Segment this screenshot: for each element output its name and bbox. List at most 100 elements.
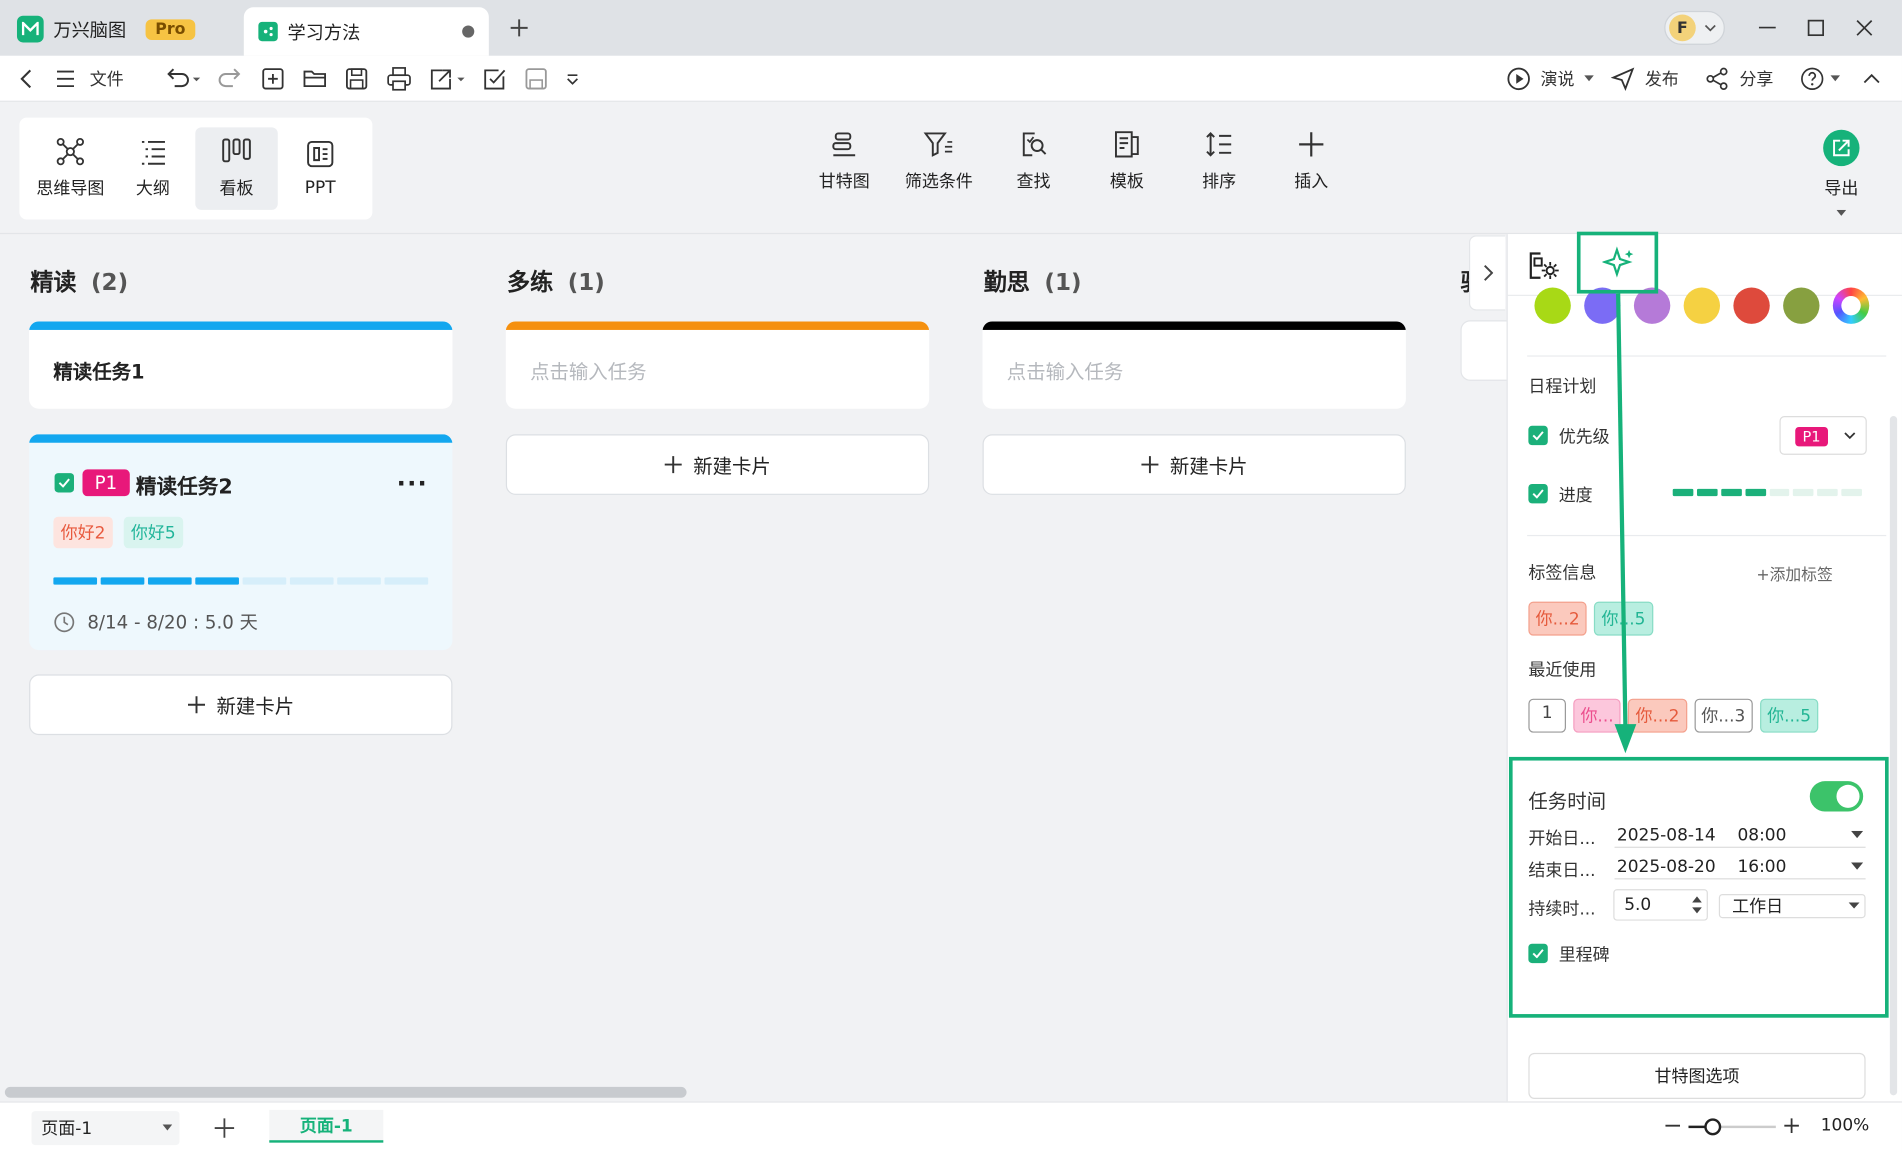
tab-document[interactable]: 学习方法 [243,7,489,56]
gantt-options-button[interactable]: 甘特图选项 [1528,1052,1866,1099]
redo-button[interactable] [218,66,242,93]
card-date: 8/14 - 8/20 : 5.0 天 [53,609,258,634]
color-swatch[interactable] [1534,287,1571,324]
share-button[interactable]: 分享 [1705,66,1773,93]
add-page-button[interactable] [213,1117,235,1139]
view-outline[interactable]: 大纲 [112,127,194,209]
color-swatch[interactable] [1783,287,1820,324]
gantt-button[interactable]: 甘特图 [801,130,888,205]
new-card-button[interactable]: 新建卡片 [505,434,930,495]
gantt-label: 甘特图 [818,172,870,192]
minimize-button[interactable] [1752,12,1784,44]
column-title[interactable]: 精读 (2) [30,264,128,297]
maximize-button[interactable] [1800,12,1832,44]
save-button[interactable] [344,66,368,93]
sort-label: 排序 [1202,172,1237,192]
priority-select[interactable]: P1 [1779,416,1867,455]
unsaved-dot-icon[interactable] [462,25,475,38]
color-swatch[interactable] [1733,287,1770,324]
panel-tab-format[interactable] [1526,249,1560,283]
progress-label: 进度 [1558,486,1593,506]
card-partial[interactable] [1460,320,1509,381]
task-check-button[interactable] [482,66,509,93]
task-card-empty[interactable]: 点击输入任务 [505,321,930,409]
view-kanban[interactable]: 看板 [195,127,278,210]
view-mindmap[interactable]: 思维导图 [29,127,111,209]
color-swatch[interactable] [1683,287,1721,324]
account-menu[interactable]: F [1664,10,1725,45]
new-card-button[interactable]: 新建卡片 [982,434,1406,495]
filter-icon [923,132,953,157]
filter-label: 筛选条件 [904,172,973,192]
add-tag-button[interactable]: +添加标签 [1756,562,1832,584]
export-button[interactable]: 导出 [1812,129,1870,222]
find-button[interactable]: 查找 [990,130,1077,205]
horizontal-scrollbar[interactable] [4,1086,687,1098]
template-button[interactable]: 模板 [1083,130,1170,205]
close-button[interactable] [1849,12,1881,44]
plus-icon [1784,1118,1799,1133]
more-tools-button[interactable] [565,66,580,93]
tab-app-home[interactable]: 万兴脑图 Pro [16,7,230,51]
template-icon [1114,131,1139,158]
present-button[interactable]: 演说 [1507,66,1594,93]
caret-down-icon [1830,75,1841,82]
page-tab-active[interactable]: 页面-1 [269,1109,384,1143]
priority-badge[interactable]: P1 [82,469,130,497]
collapse-toolbar-button[interactable] [1863,66,1880,93]
title-bar: 万兴脑图 Pro 学习方法 F [0,0,1902,56]
open-file-button[interactable] [302,66,329,93]
zoom-slider-handle[interactable] [1704,1118,1722,1136]
color-swatch[interactable] [1832,287,1870,324]
card-placeholder[interactable]: 点击输入任务 [530,355,646,384]
progress-segment [53,577,98,585]
back-button[interactable] [19,66,34,93]
progress-bar[interactable] [1672,488,1862,497]
publish-button[interactable]: 发布 [1610,66,1679,93]
tag[interactable]: 你...2 [1528,601,1587,636]
priority-checkbox[interactable] [1528,425,1548,446]
plus-icon [665,456,683,474]
task-card-selected[interactable]: P1 精读任务2 ··· 你好2 你好5 8/14 - 8/20 : 5.0 天 [29,434,453,651]
task-card[interactable]: 精读任务1 [29,321,453,409]
view-ppt[interactable]: PPT [279,127,361,209]
app-logo-icon [16,15,44,43]
tag[interactable]: 1 [1528,698,1566,733]
tag[interactable]: 你好2 [53,516,113,549]
new-card-button[interactable]: 新建卡片 [29,674,453,736]
document-name: 学习方法 [287,21,361,44]
sort-button[interactable]: 排序 [1175,130,1262,205]
progress-checkbox[interactable] [1528,483,1548,504]
column-title[interactable]: 多练 (1) [507,264,605,297]
tag[interactable]: 你...5 [1759,698,1819,733]
panel-scrollbar[interactable] [1889,416,1898,1096]
pro-badge[interactable]: Pro [145,18,196,40]
filter-button[interactable]: 筛选条件 [895,130,982,205]
tag[interactable]: 你...3 [1694,698,1753,733]
progress-segment [1817,488,1838,497]
zoom-slider[interactable] [1688,1118,1776,1136]
undo-button[interactable] [165,66,201,93]
card-placeholder[interactable]: 点击输入任务 [1007,355,1123,384]
collapse-panel-button[interactable] [1468,235,1506,311]
task-card-empty[interactable]: 点击输入任务 [982,321,1406,409]
zoom-out-button[interactable] [1664,1117,1681,1134]
tag[interactable]: 你好5 [123,516,183,549]
new-tab-button[interactable] [503,12,535,44]
zoom-level[interactable]: 100% [1821,1116,1870,1135]
print-button[interactable] [386,66,413,93]
new-file-button[interactable] [261,66,285,93]
clock-icon [54,611,75,632]
column-title[interactable]: 勤思 (1) [984,264,1082,297]
save-as-button[interactable] [524,66,551,93]
zoom-in-button[interactable] [1783,1117,1800,1134]
export-menu-button[interactable] [428,66,467,93]
more-options-icon[interactable]: ··· [397,468,428,497]
insert-button[interactable]: 插入 [1268,130,1355,205]
mindmap-icon [56,137,85,166]
page-select[interactable]: 页面-1 [31,1111,180,1146]
new-file-icon [262,68,284,90]
file-menu[interactable]: 文件 [56,66,124,93]
card-checkbox[interactable] [54,473,74,493]
help-button[interactable] [1800,66,1841,93]
